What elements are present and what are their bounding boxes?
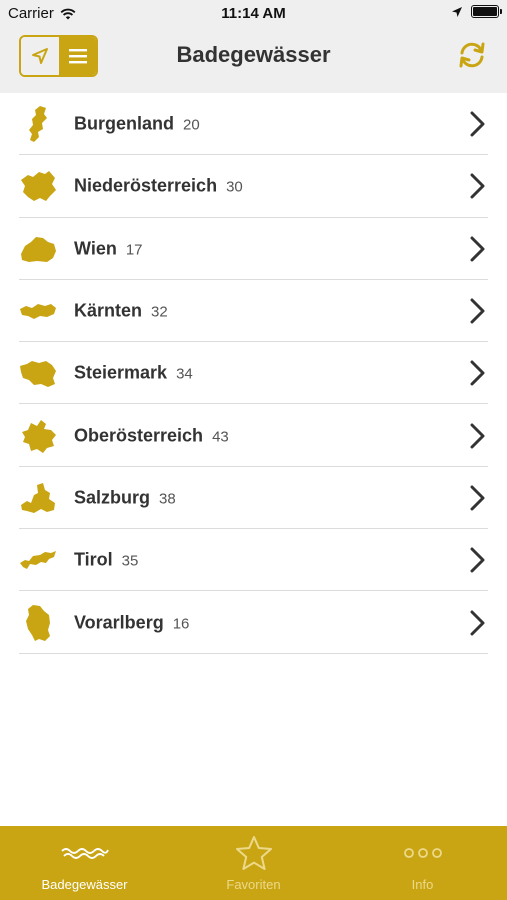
tab-bar: Badegewässer Favoriten Info	[0, 826, 507, 900]
salzburg-map-icon	[19, 478, 57, 518]
battery-icon	[471, 5, 502, 18]
region-count: 16	[172, 615, 190, 633]
chevron-right-icon	[470, 423, 485, 449]
region-count: 32	[151, 303, 168, 321]
region-name: Niederösterreich	[74, 175, 218, 196]
region-count: 34	[176, 365, 193, 383]
list-item-steiermark[interactable]: Steiermark 34	[0, 342, 507, 405]
region-name: Tirol	[74, 549, 113, 570]
status-bar: Carrier 11:14 AM	[0, 0, 507, 28]
region-count: 43	[212, 428, 229, 446]
region-count: 30	[226, 178, 243, 196]
row-text: Salzburg 38	[74, 487, 176, 508]
chevron-right-icon	[470, 173, 485, 199]
tab-info[interactable]: Info	[338, 826, 507, 900]
tab-label: Badegewässer	[41, 877, 128, 892]
tirol-map-icon	[19, 540, 57, 580]
chevron-right-icon	[470, 360, 485, 386]
list-item-wien[interactable]: Wien 17	[0, 218, 507, 281]
refresh-icon	[459, 42, 485, 68]
star-icon	[235, 834, 273, 872]
region-name: Salzburg	[74, 487, 151, 508]
region-count: 35	[121, 552, 139, 570]
list-item-oberoesterreich[interactable]: Oberösterreich 43	[0, 404, 507, 468]
chevron-right-icon	[470, 111, 485, 137]
tab-label: Favoriten	[226, 877, 281, 892]
list-item-salzburg[interactable]: Salzburg 38	[0, 467, 507, 530]
view-mode-segmented-control[interactable]	[19, 35, 98, 77]
list-mode-button[interactable]	[59, 37, 96, 75]
tab-label: Info	[411, 877, 434, 892]
chevron-right-icon	[470, 610, 485, 636]
row-text: Vorarlberg 16	[74, 612, 189, 633]
steiermark-map-icon	[19, 353, 57, 393]
region-name: Oberösterreich	[74, 425, 204, 446]
list-item-tirol[interactable]: Tirol 35	[0, 529, 507, 592]
waves-icon	[60, 834, 110, 872]
row-text: Oberösterreich 43	[74, 425, 229, 446]
list-item-burgenland[interactable]: Burgenland 20	[0, 93, 507, 156]
tab-badegewaesser[interactable]: Badegewässer	[0, 826, 169, 900]
region-count: 20	[183, 116, 200, 134]
row-text: Wien 17	[74, 238, 143, 259]
tab-favoriten[interactable]: Favoriten	[169, 826, 338, 900]
row-text: Tirol 35	[74, 550, 138, 571]
region-list: Burgenland 20 Niederösterreich 30 Wien 1…	[0, 93, 507, 654]
list-item-niederoesterreich[interactable]: Niederösterreich 30	[0, 155, 507, 218]
row-text: Steiermark 34	[74, 363, 193, 384]
region-name: Vorarlberg	[74, 612, 164, 633]
region-name: Burgenland	[74, 113, 175, 134]
region-name: Kärnten	[74, 300, 143, 321]
region-count: 17	[125, 241, 143, 259]
list-icon	[68, 49, 87, 64]
row-text: Burgenland 20	[74, 114, 200, 135]
niederoesterreich-map-icon	[19, 166, 57, 206]
chevron-right-icon	[470, 236, 485, 262]
region-count: 38	[159, 490, 176, 508]
refresh-button[interactable]	[455, 38, 489, 72]
chevron-right-icon	[470, 547, 485, 573]
kaernten-map-icon	[19, 291, 57, 331]
region-name: Wien	[74, 238, 117, 259]
region-name: Steiermark	[74, 362, 168, 383]
location-arrow-icon	[452, 6, 462, 17]
row-text: Niederösterreich 30	[74, 176, 243, 197]
status-right	[451, 5, 502, 18]
navigation-bar: Badegewässer	[0, 28, 507, 93]
oberoesterreich-map-icon	[19, 416, 57, 456]
row-text: Kärnten 32	[74, 301, 168, 322]
location-mode-button[interactable]	[21, 37, 59, 75]
list-item-vorarlberg[interactable]: Vorarlberg 16	[0, 591, 507, 654]
status-time: 11:14 AM	[221, 5, 286, 22]
list-item-kaernten[interactable]: Kärnten 32	[0, 280, 507, 343]
page-title: Badegewässer	[176, 42, 331, 67]
wien-map-icon	[19, 229, 57, 269]
more-dots-icon	[403, 834, 443, 872]
location-arrow-icon	[32, 48, 48, 64]
chevron-right-icon	[470, 485, 485, 511]
vorarlberg-map-icon	[19, 603, 57, 643]
chevron-right-icon	[470, 298, 485, 324]
burgenland-map-icon	[19, 104, 57, 144]
